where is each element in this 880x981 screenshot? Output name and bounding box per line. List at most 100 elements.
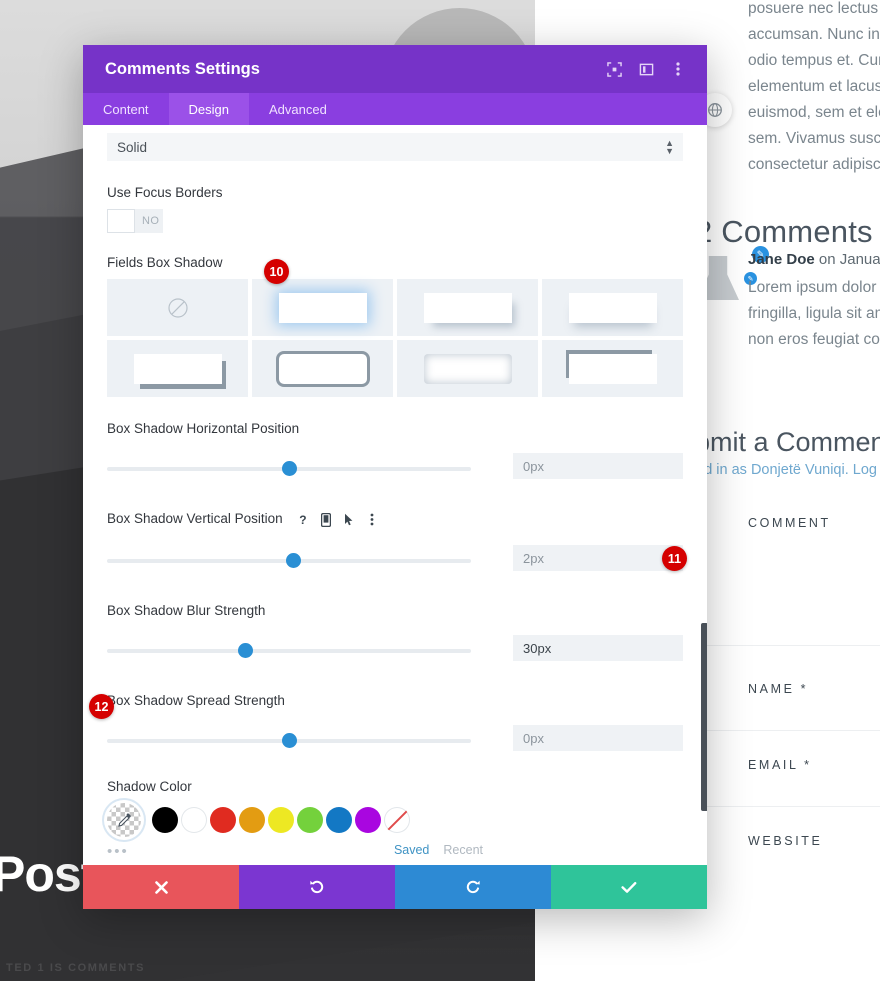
preset-drop-soft[interactable] xyxy=(542,279,683,336)
discard-button[interactable] xyxy=(83,865,239,909)
comment-body-line: fringilla, ligula sit amet plac xyxy=(748,305,880,322)
slider-label: Box Shadow Vertical Position ? xyxy=(107,511,683,528)
swatch-yellow[interactable] xyxy=(268,807,294,833)
modal-header: Comments Settings xyxy=(83,45,707,93)
article-line: consectetur adipiscing xyxy=(748,156,880,173)
layout-icon[interactable] xyxy=(631,54,661,84)
fullscreen-icon[interactable] xyxy=(599,54,629,84)
preset-none[interactable] xyxy=(107,279,248,336)
slider-knob[interactable] xyxy=(282,461,297,476)
swatch-black[interactable] xyxy=(152,807,178,833)
slider-group-horizontal: Box Shadow Horizontal Position 0px xyxy=(107,421,683,501)
use-focus-borders-toggle[interactable]: NO xyxy=(107,209,163,233)
kebab-menu-icon[interactable] xyxy=(363,511,380,528)
hover-pointer-icon[interactable] xyxy=(340,511,357,528)
save-button[interactable] xyxy=(551,865,707,909)
color-swatch-row xyxy=(107,803,683,837)
tab-design[interactable]: Design xyxy=(168,93,250,125)
slider-label-text: Box Shadow Vertical Position xyxy=(107,511,283,527)
logged-in-notice[interactable]: gged in as Donjetë Vuniqi. Log o xyxy=(680,462,880,478)
check-icon xyxy=(621,881,637,893)
article-paragraph: posuere nec lectus sit accumsan. Nunc in… xyxy=(748,0,880,178)
comment-body-line: non eros feugiat commodo xyxy=(748,331,880,348)
fields-box-shadow-label: Fields Box Shadow xyxy=(107,255,223,270)
slider-label: Box Shadow Blur Strength xyxy=(107,603,266,618)
modal-body: Solid ▲ ▼ Use Focus Borders NO Fields Box… xyxy=(83,125,707,865)
screenshot-root: Post TED 1 IS COMMENTS posuere nec lectu… xyxy=(0,0,880,981)
slider-knob[interactable] xyxy=(238,643,253,658)
swatch-orange[interactable] xyxy=(239,807,265,833)
tab-content[interactable]: Content xyxy=(83,93,169,125)
comment-meta: Jane Doe on January 1, 20 xyxy=(748,251,880,268)
redo-icon xyxy=(466,880,480,894)
shadow-color-label: Shadow Color xyxy=(107,779,192,794)
more-colors-button[interactable]: ••• xyxy=(107,843,129,860)
comments-settings-modal: Comments Settings Content Design Advance… xyxy=(83,45,707,909)
eyedropper-swatch-selected[interactable] xyxy=(107,803,141,837)
saved-recent-tabs: Saved Recent xyxy=(394,843,483,857)
slider-group-spread: Box Shadow Spread Strength 0px xyxy=(107,693,683,773)
kebab-menu-icon[interactable] xyxy=(663,54,693,84)
modal-title: Comments Settings xyxy=(105,59,260,78)
slider-track[interactable] xyxy=(107,649,471,653)
comment-date: on January 1, 20 xyxy=(818,251,880,268)
slider-value-input[interactable]: 0px xyxy=(513,453,683,479)
article-line: accumsan. Nunc in sce xyxy=(748,26,880,43)
swatch-green[interactable] xyxy=(297,807,323,833)
name-field-label: NAME * xyxy=(748,682,809,696)
preset-edge-top-left[interactable] xyxy=(542,340,683,397)
article-line: posuere nec lectus sit xyxy=(748,0,880,17)
border-style-select[interactable]: Solid ▲ ▼ xyxy=(107,133,683,161)
preset-glow[interactable] xyxy=(252,279,393,336)
tab-saved-colors[interactable]: Saved xyxy=(394,843,429,857)
toggle-knob xyxy=(107,209,135,233)
preset-edge-bottom-right[interactable] xyxy=(107,340,248,397)
no-shadow-icon xyxy=(167,297,188,318)
field-option-icons: ? xyxy=(294,511,380,528)
footer-note-text: TED 1 IS COMMENTS xyxy=(6,962,146,974)
submit-comment-heading: ubmit a Comment xyxy=(680,427,880,457)
slider-label: Box Shadow Spread Strength xyxy=(107,693,285,708)
help-icon[interactable]: ? xyxy=(294,511,311,528)
redo-button[interactable] xyxy=(395,865,551,909)
use-focus-borders-label: Use Focus Borders xyxy=(107,185,223,200)
comments-count-heading: 2 Comments xyxy=(695,214,873,249)
swatch-none[interactable] xyxy=(384,807,410,833)
slider-value-input[interactable]: 0px xyxy=(513,725,683,751)
preset-inner-soft[interactable] xyxy=(397,340,538,397)
comment-body-line: Lorem ipsum dolor sit ame xyxy=(748,279,880,296)
comment-field-label: COMMENT xyxy=(748,516,831,530)
slider-value-input[interactable]: 30px xyxy=(513,635,683,661)
swatch-purple[interactable] xyxy=(355,807,381,833)
comment-body: Lorem ipsum dolor sit ame fringilla, lig… xyxy=(748,275,880,353)
slider-knob[interactable] xyxy=(282,733,297,748)
article-line: euismod, sem et eleme xyxy=(748,104,880,121)
mobile-icon[interactable] xyxy=(317,511,334,528)
article-line: odio tempus et. Curab xyxy=(748,52,880,69)
slider-value-input[interactable]: 2px xyxy=(513,545,683,571)
post-heading-text: Post xyxy=(0,846,97,902)
modal-vertical-scrollbar[interactable] xyxy=(701,623,707,811)
select-arrows-icon: ▲ ▼ xyxy=(665,138,674,156)
globe-icon xyxy=(708,103,722,117)
swatch-red[interactable] xyxy=(210,807,236,833)
swatch-white[interactable] xyxy=(181,807,207,833)
annotation-badge-12: 12 xyxy=(89,694,114,719)
email-field-label: EMAIL * xyxy=(748,758,812,772)
box-shadow-preset-grid xyxy=(107,279,683,397)
settings-scroll-area: Solid ▲ ▼ Use Focus Borders NO Fields Box… xyxy=(83,125,707,865)
preset-outline-thick[interactable] xyxy=(252,340,393,397)
undo-button[interactable] xyxy=(239,865,395,909)
preset-drop-bottom[interactable] xyxy=(397,279,538,336)
annotation-badge-11: 11 xyxy=(662,546,687,571)
eyedropper-icon xyxy=(117,812,131,827)
swatch-blue[interactable] xyxy=(326,807,352,833)
slider-group-vertical: Box Shadow Vertical Position ? 2px xyxy=(107,511,683,593)
undo-icon xyxy=(310,880,324,894)
slider-knob[interactable] xyxy=(286,553,301,568)
slider-group-blur: Box Shadow Blur Strength 30px xyxy=(107,603,683,683)
toggle-state-label: NO xyxy=(142,215,160,227)
website-field-label: WEBSITE xyxy=(748,834,823,848)
tab-recent-colors[interactable]: Recent xyxy=(443,843,483,857)
tab-advanced[interactable]: Advanced xyxy=(249,93,347,125)
